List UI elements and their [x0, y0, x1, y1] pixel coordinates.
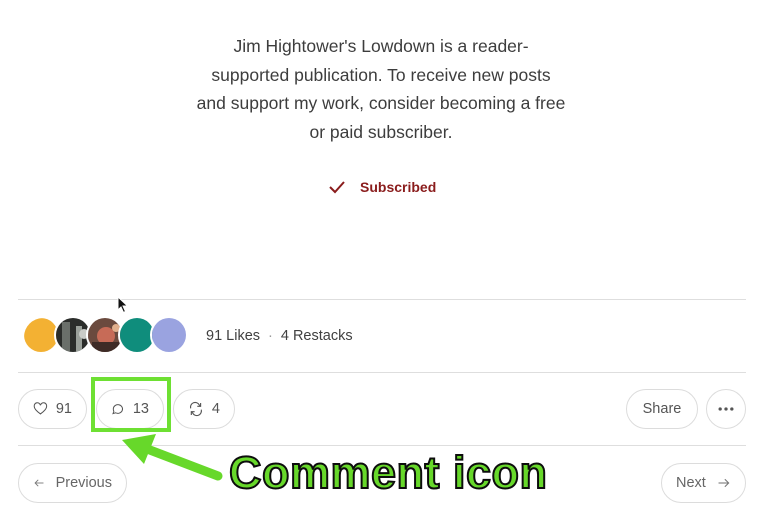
engagement-summary: 91 Likes · 4 Restacks	[206, 326, 353, 346]
more-icon	[718, 407, 734, 411]
previous-label: Previous	[55, 475, 112, 491]
comment-highlight-box	[91, 377, 171, 432]
promo-line-2: supported publication. To receive new po…	[211, 64, 551, 85]
annotation-label: Comment icon	[228, 446, 548, 499]
subscribed-button[interactable]: Subscribed	[328, 176, 436, 198]
restacks-count-link[interactable]: 4 Restacks	[281, 326, 353, 346]
subscribed-label: Subscribed	[360, 179, 437, 195]
separator-dot: ·	[268, 328, 273, 344]
next-label: Next	[676, 475, 706, 491]
likes-count-link[interactable]: 91 Likes	[206, 326, 260, 346]
annotation-arrow	[122, 434, 223, 481]
heart-icon	[33, 402, 48, 415]
promo-line-1: Jim Hightower's Lowdown is a reader-	[233, 36, 529, 56]
arrow-right-icon	[718, 478, 730, 488]
subscribe-promo-text: Jim Hightower's Lowdown is a reader- sup…	[170, 32, 592, 146]
share-label: Share	[642, 401, 682, 417]
restack-button[interactable]: 4	[173, 389, 235, 429]
promo-line-3: and support my work, consider becoming a…	[196, 93, 566, 113]
avatar[interactable]	[150, 316, 188, 354]
previous-post-button[interactable]: Previous	[18, 463, 127, 503]
like-count: 91	[55, 401, 72, 417]
promo-line-4: or paid subscriber.	[309, 121, 453, 142]
more-options-button[interactable]	[706, 389, 746, 429]
next-post-button[interactable]: Next	[661, 463, 746, 503]
share-button[interactable]: Share	[626, 389, 698, 429]
divider-middle	[18, 372, 746, 373]
liker-avatars[interactable]	[22, 316, 192, 356]
arrow-left-icon	[34, 479, 44, 487]
mouse-cursor	[117, 296, 129, 314]
restack-icon	[189, 401, 202, 417]
restack-count: 4	[211, 401, 220, 417]
like-button[interactable]: 91	[18, 389, 87, 429]
check-icon	[329, 181, 345, 194]
